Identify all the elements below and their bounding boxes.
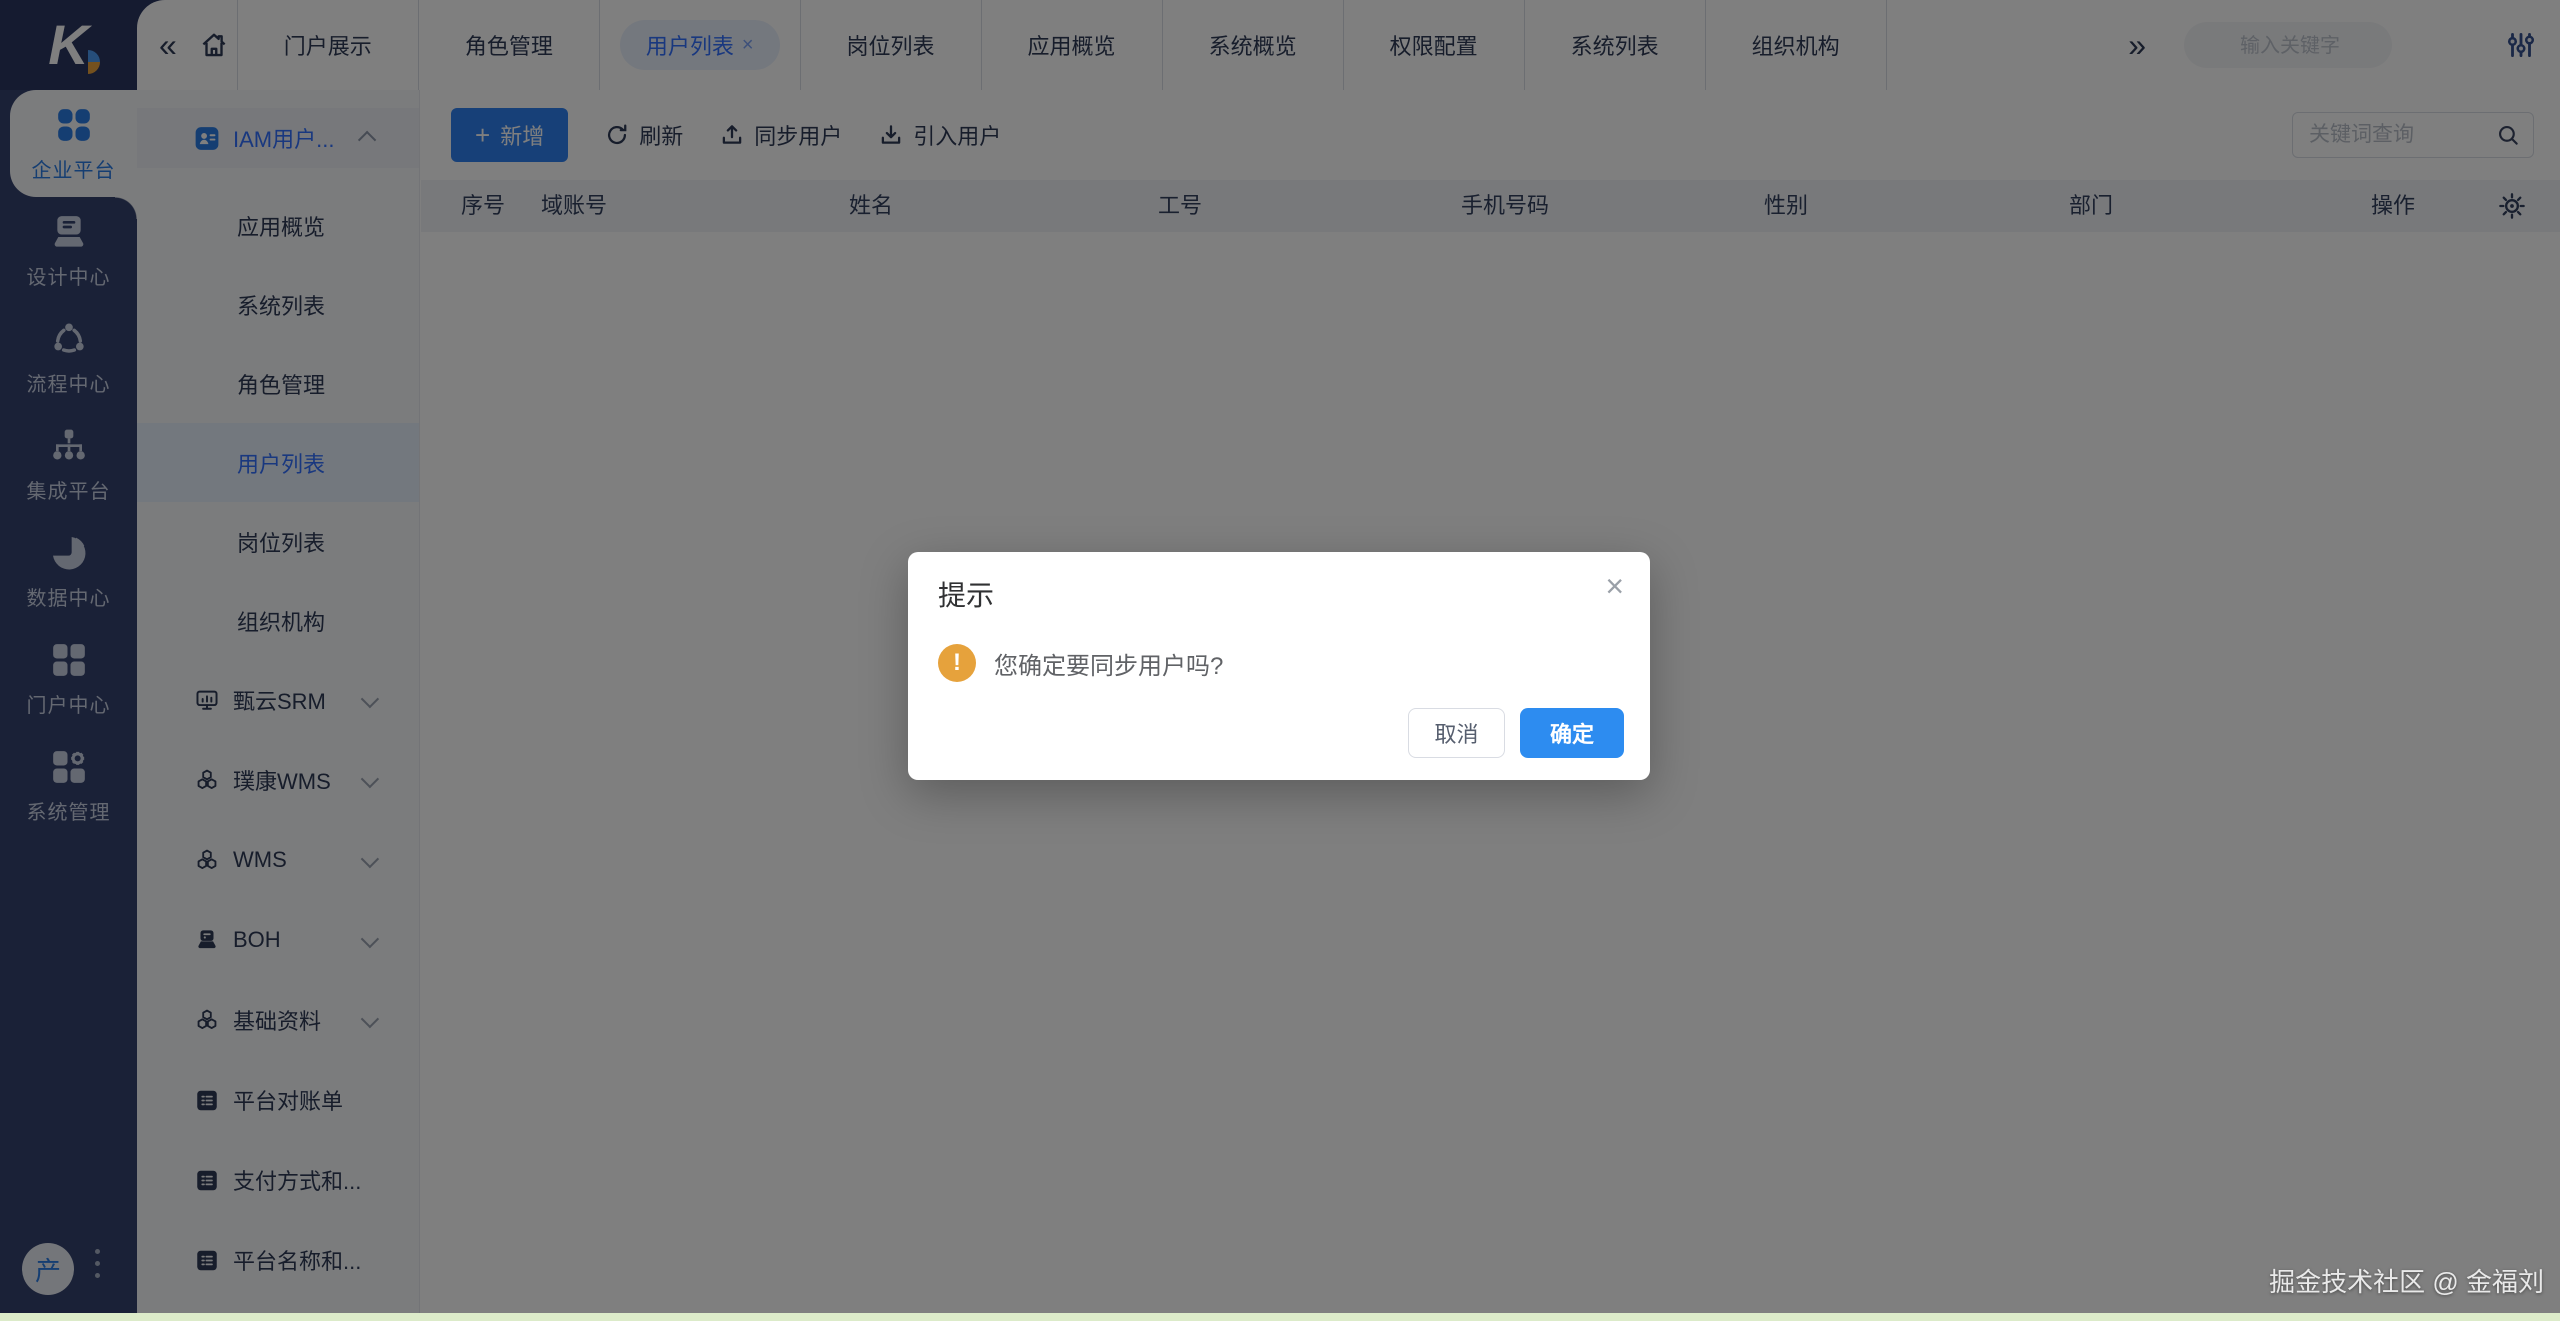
warning-glyph: ! xyxy=(953,649,961,677)
close-icon[interactable]: × xyxy=(1605,570,1624,602)
confirm-button[interactable]: 确定 xyxy=(1520,708,1624,758)
dialog-title: 提示 xyxy=(938,574,994,614)
app-root: K 企业平台 xyxy=(0,0,2560,1321)
dialog-footer: 取消 确定 xyxy=(1408,708,1624,758)
watermark: 掘金技术社区 @ 金福刘 xyxy=(2269,1262,2544,1299)
confirm-sync-dialog: 提示 × ! 您确定要同步用户吗? 取消 确定 xyxy=(908,552,1650,780)
warning-icon: ! xyxy=(938,644,976,682)
dialog-message: 您确定要同步用户吗? xyxy=(994,646,1223,681)
dialog-body: ! 您确定要同步用户吗? xyxy=(938,644,1223,682)
bottom-edge-strip xyxy=(0,1313,2560,1321)
cancel-button[interactable]: 取消 xyxy=(1408,708,1505,758)
